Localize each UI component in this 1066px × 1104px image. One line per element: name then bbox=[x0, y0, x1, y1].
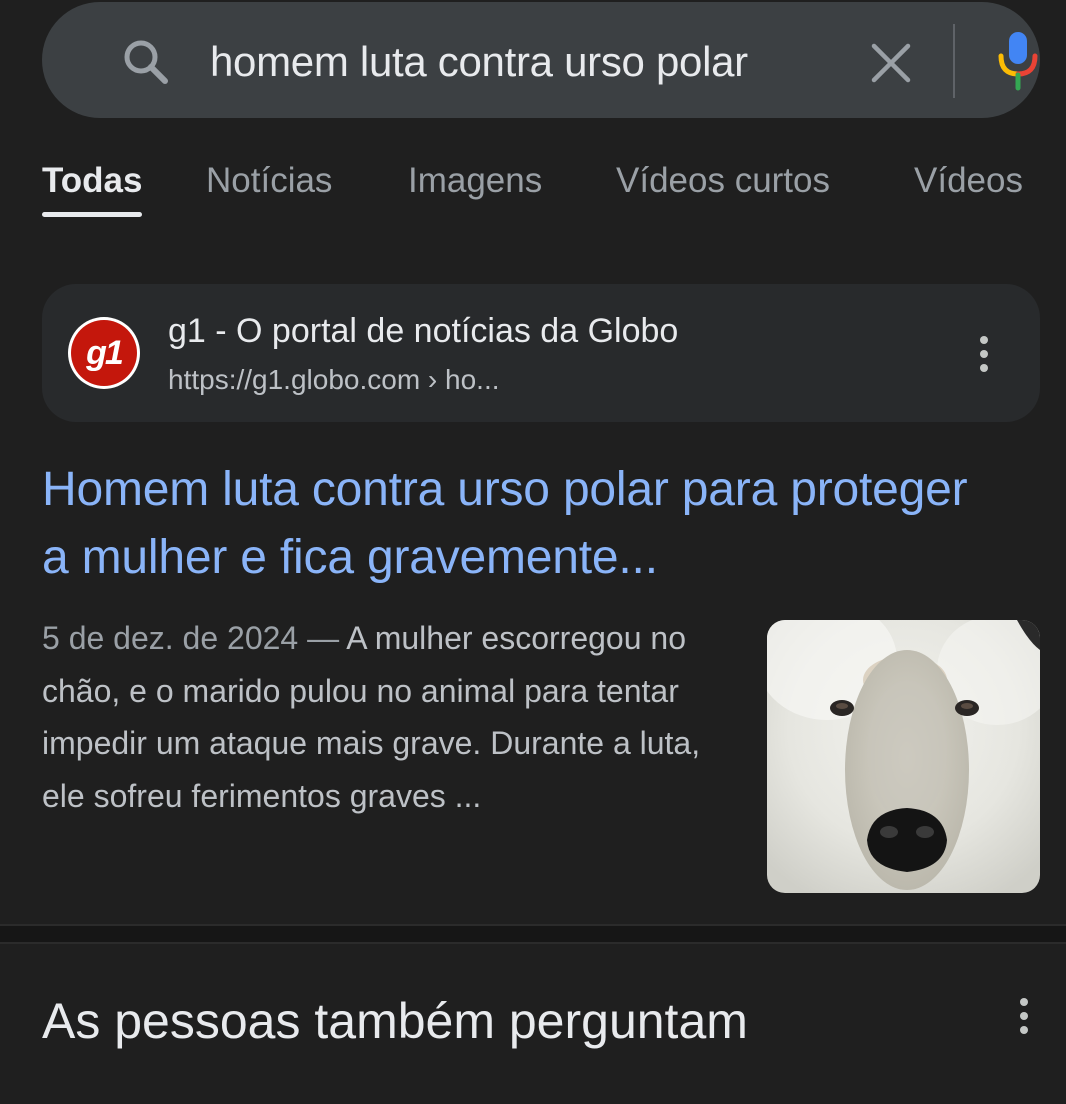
tab-todas[interactable]: Todas bbox=[42, 158, 142, 204]
g1-logo-icon: g1 bbox=[71, 320, 137, 386]
paa-more-options-icon[interactable] bbox=[1012, 996, 1036, 1036]
site-url: https://g1.globo.com › ho... bbox=[168, 364, 500, 395]
mic-icon[interactable] bbox=[994, 30, 1042, 92]
search-bar[interactable]: homem luta contra urso polar bbox=[42, 2, 1040, 118]
active-tab-indicator bbox=[42, 212, 142, 217]
result-source-card[interactable]: g1 g1 - O portal de notícias da Globo ht… bbox=[42, 284, 1040, 422]
polar-bear-image bbox=[767, 620, 1040, 893]
people-also-ask-heading: As pessoas também perguntam bbox=[42, 993, 748, 1049]
site-favicon: g1 bbox=[68, 317, 140, 389]
more-options-icon[interactable] bbox=[972, 334, 996, 374]
tab-videos[interactable]: Vídeos bbox=[914, 158, 1023, 204]
tab-noticias[interactable]: Notícias bbox=[206, 158, 332, 204]
snippet-separator: — bbox=[298, 620, 347, 656]
result-title-link[interactable]: Homem luta contra urso polar para proteg… bbox=[42, 456, 1002, 592]
search-icon bbox=[124, 40, 168, 84]
result-snippet: 5 de dez. de 2024 — A mulher escorregou … bbox=[42, 612, 742, 822]
search-divider bbox=[953, 24, 955, 98]
search-input[interactable]: homem luta contra urso polar bbox=[210, 36, 748, 88]
tab-imagens[interactable]: Imagens bbox=[408, 158, 542, 204]
result-date: 5 de dez. de 2024 bbox=[42, 620, 299, 656]
section-divider bbox=[0, 924, 1066, 944]
site-name: g1 - O portal de notícias da Globo bbox=[168, 312, 679, 350]
result-thumbnail[interactable] bbox=[767, 620, 1040, 893]
tab-videos-curtos[interactable]: Vídeos curtos bbox=[616, 158, 830, 204]
close-icon[interactable] bbox=[868, 40, 914, 86]
